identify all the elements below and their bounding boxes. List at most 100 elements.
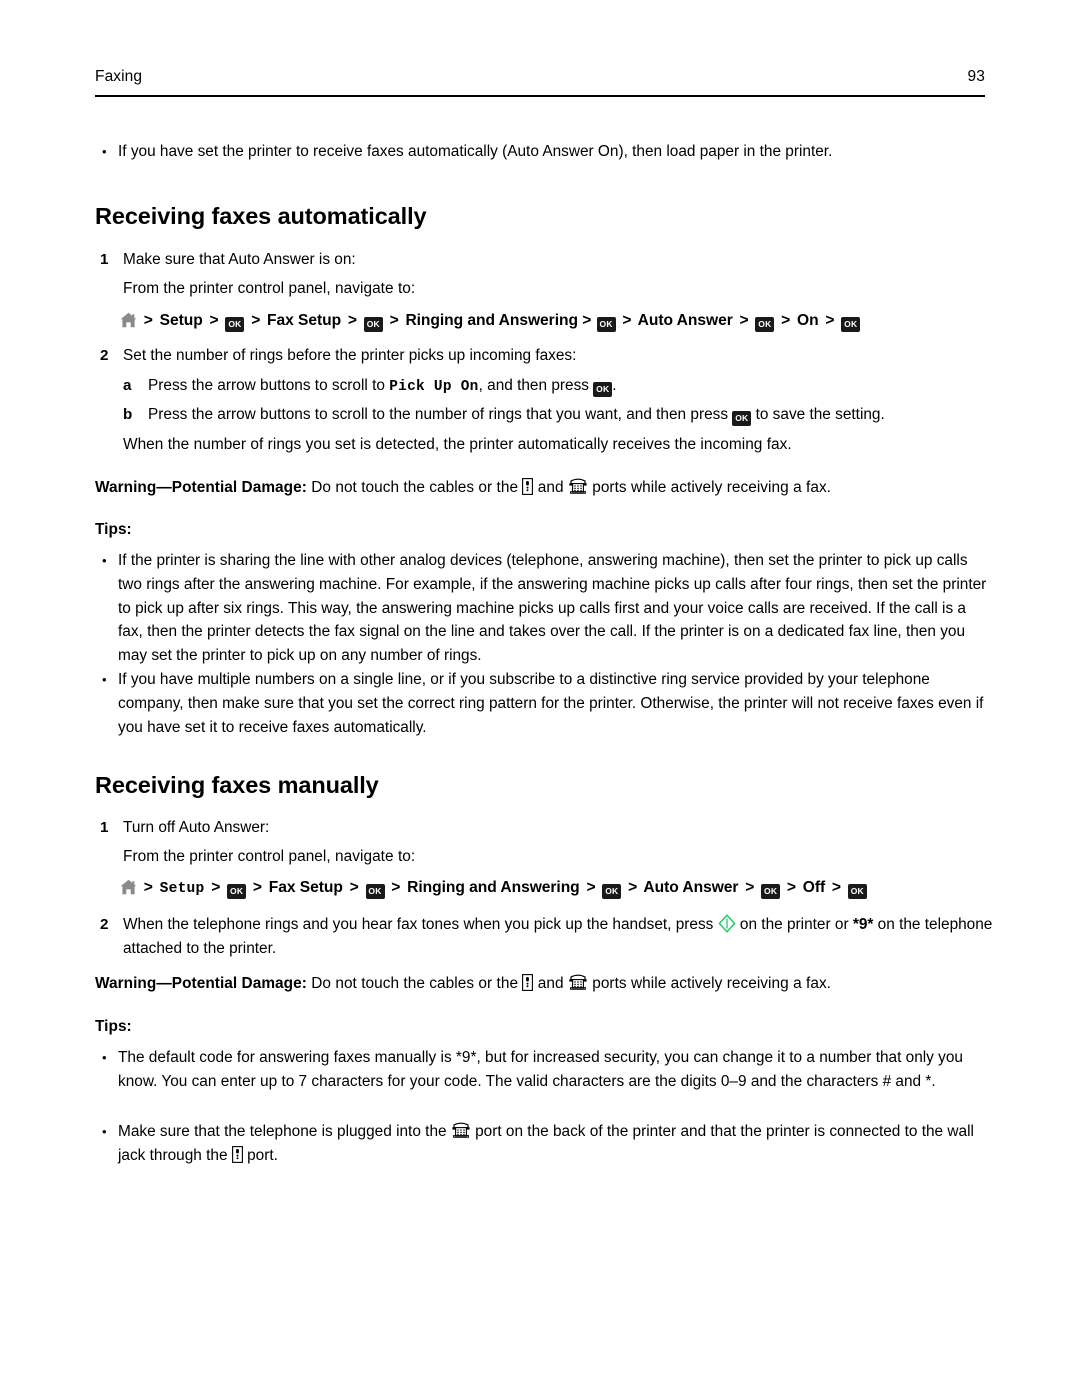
tips-label-text: Tips:: [95, 521, 132, 538]
document-page: Faxing 93 • If you have set the printer …: [0, 0, 1080, 1397]
ok-button-icon[interactable]: OK: [755, 317, 775, 332]
ok-button-icon[interactable]: OK: [732, 411, 752, 426]
step-number: 2: [100, 916, 109, 933]
ok-button-icon[interactable]: OK: [365, 884, 385, 899]
path-item-auto-answer: Auto Answer: [637, 312, 733, 329]
warning-label: Warning—Potential Damage:: [95, 975, 307, 992]
ok-button-icon[interactable]: OK: [227, 884, 247, 899]
path-separator: >: [582, 312, 592, 329]
warning-text-after: ports while actively receiving a fax.: [587, 975, 832, 992]
ok-button-icon[interactable]: OK: [225, 317, 245, 332]
page-title: Receiving faxes manually: [95, 772, 379, 798]
ok-button-icon[interactable]: OK: [841, 317, 861, 332]
ok-button-icon[interactable]: OK: [363, 317, 383, 332]
ordered-step: 1 Make sure that Auto Answer is on:: [100, 248, 990, 272]
path-separator: >: [391, 879, 401, 896]
ordered-step: 1 Turn off Auto Answer:: [100, 816, 990, 840]
substep-text-after: to save the setting.: [751, 406, 885, 423]
step-text-middle: on the printer or: [735, 916, 853, 933]
tips-label: Tips:: [95, 518, 132, 542]
path-separator: >: [825, 312, 835, 329]
path-separator: >: [389, 312, 399, 329]
warning-text-middle: and: [533, 479, 568, 496]
tip-text: If you have multiple numbers on a single…: [118, 671, 984, 736]
header-divider-rule: [95, 95, 985, 97]
path-separator: >: [143, 879, 153, 896]
page-title: Receiving faxes automatically: [95, 203, 427, 229]
list-item: • If you have multiple numbers on a sing…: [100, 668, 993, 739]
substep-text: Press the arrow buttons to scroll to the…: [148, 403, 998, 427]
bullet-glyph: •: [102, 144, 107, 159]
path-item-fax-setup: Fax Setup: [267, 312, 342, 329]
path-separator: >: [745, 879, 755, 896]
path-separator: >: [252, 879, 262, 896]
substep-text-middle: , and then press: [478, 377, 594, 394]
ok-button-icon[interactable]: OK: [847, 884, 867, 899]
warning-text-middle: and: [533, 975, 568, 992]
tip-text-before: Make sure that the telephone is plugged …: [118, 1123, 451, 1140]
substep-text-after: .: [612, 377, 617, 394]
line-port-icon: [231, 1145, 243, 1163]
ordered-step: 2 Set the number of rings before the pri…: [100, 344, 990, 368]
tips-label-text: Tips:: [95, 1018, 132, 1035]
navigate-intro-text: From the printer control panel, navigate…: [123, 848, 416, 865]
path-separator: >: [739, 312, 749, 329]
list-item: • The default code for answering faxes m…: [100, 1046, 993, 1094]
step-number: 1: [100, 819, 109, 836]
substep-letter: a: [123, 377, 132, 394]
list-item: • If you have set the printer to receive…: [100, 140, 990, 164]
ext-port-phone-icon: [451, 1122, 471, 1139]
ordered-substep: a Press the arrow buttons to scroll to P…: [123, 374, 993, 400]
substep-text-before: Press the arrow buttons to scroll to: [148, 377, 390, 394]
tip-text-after: port.: [242, 1146, 278, 1164]
list-item: • If the printer is sharing the line wit…: [100, 549, 993, 668]
ok-button-icon[interactable]: OK: [602, 884, 622, 899]
navigate-intro-text: From the printer control panel, navigate…: [123, 280, 416, 297]
manual-answer-code: *9*: [852, 916, 874, 933]
intro-bullet-text: If you have set the printer to receive f…: [118, 143, 833, 160]
step-text: Make sure that Auto Answer is on:: [123, 251, 356, 268]
warning-label: Warning—Potential Damage:: [95, 479, 307, 496]
ok-button-icon[interactable]: OK: [761, 884, 781, 899]
navigation-path-auto: > Setup > OK > Fax Setup > OK > Ringing …: [120, 310, 861, 332]
path-separator: >: [831, 879, 841, 896]
path-separator: >: [347, 312, 357, 329]
path-separator: >: [628, 879, 638, 896]
menu-value-pick-up-on: Pick Up On: [389, 379, 479, 395]
tips-label: Tips:: [95, 1015, 132, 1039]
ok-button-icon[interactable]: OK: [596, 317, 616, 332]
warning-notice: Warning—Potential Damage: Do not touch t…: [95, 972, 990, 996]
path-separator: >: [586, 879, 596, 896]
home-icon: [120, 879, 137, 895]
path-item-auto-answer: Auto Answer: [643, 879, 739, 896]
header-page-number: 93: [967, 68, 985, 85]
ok-button-icon[interactable]: OK: [593, 382, 613, 397]
path-item-off: Off: [802, 879, 826, 896]
warning-notice: Warning—Potential Damage: Do not touch t…: [95, 476, 990, 500]
step-number: 2: [100, 347, 109, 364]
bullet-glyph: •: [102, 553, 107, 568]
step-text-before: When the telephone rings and you hear fa…: [123, 916, 718, 933]
step-text: Turn off Auto Answer:: [123, 819, 270, 836]
step-text: Set the number of rings before the print…: [123, 347, 577, 364]
list-item: • Make sure that the telephone is plugge…: [100, 1120, 993, 1168]
tip-text: If the printer is sharing the line with …: [118, 552, 987, 665]
path-item-on: On: [797, 312, 819, 329]
path-separator: >: [349, 879, 359, 896]
bullet-glyph: •: [102, 672, 107, 687]
start-button-icon[interactable]: [718, 914, 736, 933]
step-number: 1: [100, 251, 109, 268]
tip-text: Make sure that the telephone is plugged …: [118, 1120, 993, 1168]
bullet-glyph: •: [102, 1050, 107, 1065]
tip-text: The default code for answering faxes man…: [118, 1049, 963, 1090]
path-separator: >: [143, 312, 153, 329]
bullet-glyph: •: [102, 1124, 107, 1139]
path-separator: >: [209, 312, 219, 329]
substep-text-before: Press the arrow buttons to scroll to the…: [148, 406, 733, 423]
path-item-setup: Setup: [159, 881, 205, 897]
ordered-step: 2 When the telephone rings and you hear …: [100, 913, 993, 961]
warning-text-before: Do not touch the cables or the: [306, 975, 523, 992]
home-icon: [120, 312, 137, 328]
line-port-icon: [522, 974, 534, 991]
line-port-icon: [522, 478, 534, 495]
